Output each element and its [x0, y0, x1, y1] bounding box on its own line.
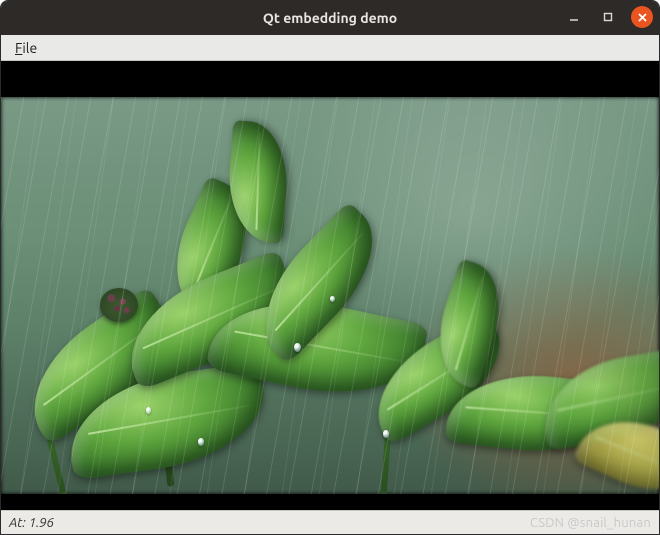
minimize-icon: [568, 11, 580, 23]
menu-file[interactable]: File: [9, 38, 43, 58]
green-leaves-rain-photo: [1, 97, 659, 494]
status-prefix: At:: [9, 516, 29, 530]
close-button[interactable]: [631, 6, 653, 28]
padding-top: [1, 61, 659, 97]
app-window: Qt embedding demo File: [0, 0, 660, 535]
minimize-button[interactable]: [563, 6, 585, 28]
maximize-icon: [602, 11, 614, 23]
watermark-text: CSDN @snail_hunan: [530, 516, 651, 530]
titlebar[interactable]: Qt embedding demo: [1, 1, 659, 35]
menubar: File: [1, 35, 659, 61]
content-area: [1, 61, 659, 510]
close-icon: [637, 12, 648, 23]
window-controls: [563, 6, 653, 28]
window-title: Qt embedding demo: [1, 10, 659, 26]
padding-bottom: [1, 494, 659, 510]
statusbar: At: 1.96 CSDN @snail_hunan: [1, 510, 659, 534]
status-text: At: 1.96: [9, 516, 54, 530]
maximize-button[interactable]: [597, 6, 619, 28]
status-value: 1.96: [29, 516, 54, 530]
image-viewport[interactable]: [1, 97, 659, 494]
menu-file-rest: ile: [22, 40, 37, 56]
